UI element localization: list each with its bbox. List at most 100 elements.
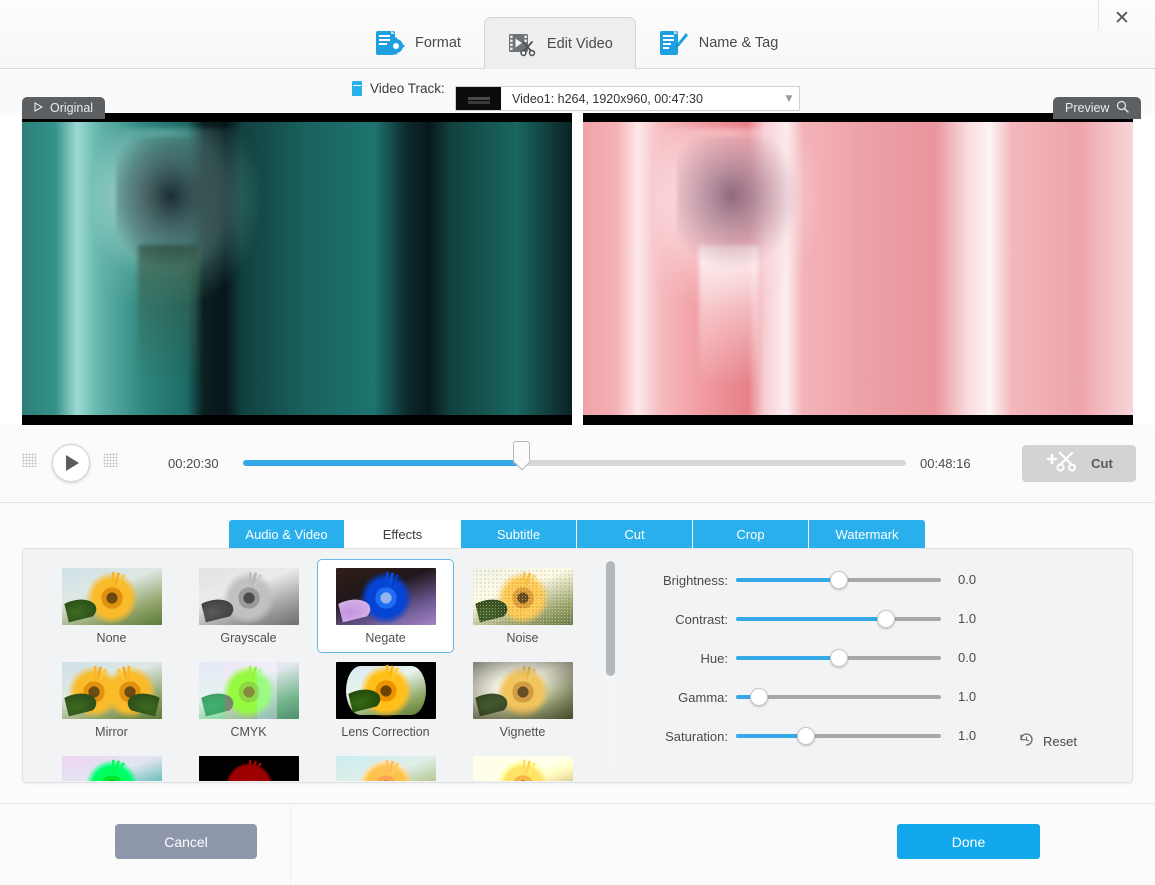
tab-format-label: Format xyxy=(415,35,461,51)
effect-thumbnail xyxy=(472,662,573,719)
effect-item-mirror[interactable]: Mirror xyxy=(43,653,180,747)
effect-label: Mirror xyxy=(95,725,128,739)
main-tabs: Format Edit Video Name & Tag xyxy=(352,17,801,69)
close-icon[interactable]: ✕ xyxy=(1099,0,1145,36)
preview-video-preview[interactable] xyxy=(583,113,1133,425)
subtab-cut[interactable]: Cut xyxy=(577,520,693,549)
subtab-crop[interactable]: Crop xyxy=(693,520,809,549)
effect-thumbnail xyxy=(335,662,436,719)
done-button[interactable]: Done xyxy=(897,824,1040,859)
original-video-preview[interactable] xyxy=(22,113,572,425)
edit-video-dialog: Format Edit Video Name & Tag ✕ Video Tra… xyxy=(0,0,1155,885)
effect-item-vignette[interactable]: Vignette xyxy=(454,653,591,747)
subtab-watermark[interactable]: Watermark xyxy=(809,520,925,549)
hue-knob[interactable] xyxy=(829,649,848,667)
chevron-down-icon[interactable]: ▼ xyxy=(779,94,799,104)
tab-edit-video[interactable]: Edit Video xyxy=(483,17,636,69)
cut-button[interactable]: Cut xyxy=(1022,445,1136,482)
effect-item-grayscale[interactable]: Grayscale xyxy=(180,559,317,653)
effect-thumbnail xyxy=(472,568,573,625)
tab-edit-video-label: Edit Video xyxy=(546,35,613,52)
preview-tab-badge[interactable]: Preview xyxy=(1053,97,1142,119)
contrast-label: Contrast: xyxy=(675,612,728,627)
video-track-select[interactable]: Video1: h264, 1920x960, 00:47:30 ▼ xyxy=(455,86,800,111)
effect-thumbnail xyxy=(198,662,299,719)
gamma-slider[interactable] xyxy=(736,688,941,706)
effect-thumbnail xyxy=(198,568,299,625)
subtab-effects[interactable]: Effects xyxy=(345,520,461,549)
tab-name-and-tag[interactable]: Name & Tag xyxy=(636,17,802,69)
original-frame-image xyxy=(22,122,572,415)
effect-thumbnail xyxy=(472,756,573,781)
cancel-button[interactable]: Cancel xyxy=(115,824,257,859)
film-scissors-icon xyxy=(507,30,537,58)
effect-item-row3-4[interactable] xyxy=(454,747,591,781)
preview-frame-image xyxy=(583,122,1133,415)
subtab-audio-video[interactable]: Audio & Video xyxy=(229,520,345,549)
effect-label: Grayscale xyxy=(220,631,277,645)
preview-stage xyxy=(0,113,1155,425)
effect-label: Lens Correction xyxy=(341,725,430,739)
original-tab-badge[interactable]: Original xyxy=(22,97,106,119)
reset-button[interactable]: Reset xyxy=(1018,731,1077,751)
effects-scrollbar[interactable] xyxy=(606,561,615,771)
video-track-selected-value: Video1: h264, 1920x960, 00:47:30 xyxy=(512,91,703,106)
effect-item-row3-2[interactable] xyxy=(180,747,317,781)
seek-slider[interactable] xyxy=(243,441,906,466)
hue-value: 0.0 xyxy=(958,650,977,665)
slider-row-contrast: Contrast: 1.0 xyxy=(638,606,1118,645)
top-tab-bar: Format Edit Video Name & Tag ✕ xyxy=(0,0,1155,69)
effects-scrollbar-thumb[interactable] xyxy=(606,561,615,676)
contrast-fill xyxy=(736,617,886,621)
footer-divider xyxy=(290,803,291,885)
seek-playhead[interactable] xyxy=(513,441,531,464)
effect-thumbnail xyxy=(61,568,162,625)
editing-sub-tabs: Audio & Video Effects Subtitle Cut Crop … xyxy=(229,520,925,549)
saturation-fill xyxy=(736,734,806,738)
effect-item-lens-correction[interactable]: Lens Correction xyxy=(317,653,454,747)
video-track-icon xyxy=(352,81,362,96)
hue-slider[interactable] xyxy=(736,649,941,667)
drag-grip-icon-right[interactable] xyxy=(103,453,118,467)
tab-name-and-tag-label: Name & Tag xyxy=(698,35,779,51)
hue-label: Hue: xyxy=(700,651,728,666)
effect-item-row3-1[interactable] xyxy=(43,747,180,781)
brightness-knob[interactable] xyxy=(829,571,848,589)
brightness-slider[interactable] xyxy=(736,571,941,589)
start-time-label: 00:20:30 xyxy=(168,456,219,471)
saturation-slider[interactable] xyxy=(736,727,941,745)
contrast-knob[interactable] xyxy=(876,610,895,628)
effect-thumbnail xyxy=(198,756,299,781)
add-scissors-icon xyxy=(1045,449,1079,478)
reset-label: Reset xyxy=(1043,733,1077,749)
effect-item-none[interactable]: None xyxy=(43,559,180,653)
tab-format[interactable]: Format xyxy=(352,17,484,69)
adjustment-sliders: Brightness: 0.0 Contrast: 1.0 Hue: 0.0 G… xyxy=(638,567,1118,762)
effects-grid: None Grayscale Negate Noise Mirror CMYK … xyxy=(43,559,593,781)
effect-thumbnail xyxy=(335,568,436,625)
video-track-thumbnail xyxy=(456,87,501,110)
preview-frame xyxy=(583,122,1133,415)
gamma-knob[interactable] xyxy=(749,688,768,706)
seek-progress xyxy=(243,460,522,466)
play-icon xyxy=(66,455,79,471)
saturation-knob[interactable] xyxy=(796,727,815,745)
effect-label: Noise xyxy=(506,631,539,645)
cut-button-label: Cut xyxy=(1091,456,1113,471)
effect-item-noise[interactable]: Noise xyxy=(454,559,591,653)
brightness-value: 0.0 xyxy=(958,572,977,587)
effect-label: None xyxy=(96,631,127,645)
format-document-gear-icon xyxy=(375,29,405,57)
effect-item-negate[interactable]: Negate xyxy=(317,559,454,653)
effect-thumbnail xyxy=(61,662,162,719)
effect-item-row3-3[interactable] xyxy=(317,747,454,781)
drag-grip-icon-left[interactable] xyxy=(22,453,37,467)
contrast-value: 1.0 xyxy=(958,611,977,626)
play-button[interactable] xyxy=(52,444,90,482)
effect-item-cmyk[interactable]: CMYK xyxy=(180,653,317,747)
play-triangle-icon xyxy=(34,101,44,115)
subtab-subtitle[interactable]: Subtitle xyxy=(461,520,577,549)
original-frame xyxy=(22,122,572,415)
video-track-label: Video Track: xyxy=(370,81,445,96)
contrast-slider[interactable] xyxy=(736,610,941,628)
